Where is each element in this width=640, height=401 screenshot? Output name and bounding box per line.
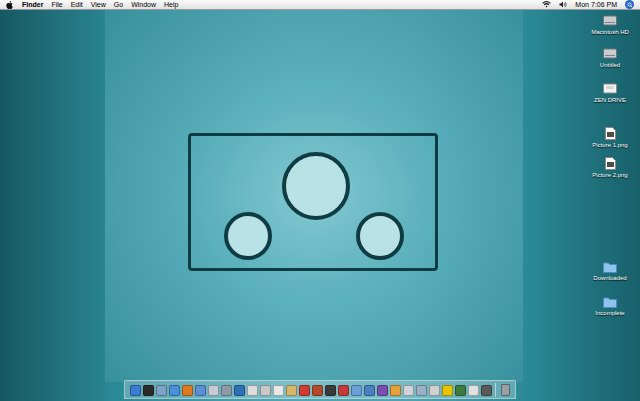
menu-item[interactable]: Window <box>131 0 156 9</box>
folder-icon <box>603 260 617 273</box>
dock-item[interactable] <box>272 383 284 397</box>
removable-icon <box>603 82 617 95</box>
app-icon <box>169 385 180 396</box>
app-icon <box>312 385 323 396</box>
dock-item[interactable] <box>467 383 479 397</box>
menu-item[interactable]: Go <box>114 0 123 9</box>
desktop-icon[interactable]: Picture 1.png <box>582 127 638 149</box>
dock-item[interactable] <box>194 383 206 397</box>
app-icon <box>442 385 453 396</box>
app-icon <box>143 385 154 396</box>
dock-item[interactable] <box>454 383 466 397</box>
desktop-icon[interactable]: Downloaded <box>582 260 638 282</box>
app-icon <box>286 385 297 396</box>
drive-icon <box>603 14 617 27</box>
trash-icon <box>501 384 510 396</box>
menu-bar: Finder File Edit View Go Window Help Mon 7:06 P… <box>0 0 640 10</box>
app-icon <box>468 385 479 396</box>
dock-item[interactable] <box>415 383 427 397</box>
app-icon <box>338 385 349 396</box>
dock-item[interactable] <box>480 383 492 397</box>
app-menu[interactable]: Finder <box>22 0 43 9</box>
app-icon <box>208 385 219 396</box>
file-icon <box>603 157 617 170</box>
app-icon <box>234 385 245 396</box>
dock-item[interactable] <box>350 383 362 397</box>
desktop-icon-label[interactable]: Incomplete <box>595 309 624 317</box>
volume-icon[interactable] <box>559 1 567 9</box>
dock-item[interactable] <box>246 383 258 397</box>
dock-item[interactable] <box>233 383 245 397</box>
dock-item[interactable] <box>363 383 375 397</box>
desktop-icon-label[interactable]: Untitled <box>600 61 620 69</box>
app-icon <box>247 385 258 396</box>
app-icon <box>455 385 466 396</box>
app-icon <box>377 385 388 396</box>
app-icon <box>156 385 167 396</box>
drive-icon <box>603 47 617 60</box>
app-icon <box>195 385 206 396</box>
dock-item[interactable] <box>220 383 232 397</box>
gauge <box>282 152 350 220</box>
app-icon <box>299 385 310 396</box>
desktop-icon[interactable]: ZEN DRIVE <box>582 82 638 104</box>
desktop-icon-label[interactable]: Picture 1.png <box>592 141 627 149</box>
dock-item[interactable] <box>142 383 154 397</box>
desktop-icon-label[interactable]: ZEN DRIVE <box>594 96 626 104</box>
app-icon <box>481 385 492 396</box>
menu-item[interactable]: File <box>51 0 62 9</box>
app-icon <box>429 385 440 396</box>
dock-item[interactable] <box>441 383 453 397</box>
wifi-icon[interactable] <box>542 1 551 9</box>
app-icon <box>416 385 427 396</box>
dock-item[interactable] <box>181 383 193 397</box>
spotlight-icon[interactable] <box>625 0 634 9</box>
dock-item[interactable] <box>311 383 323 397</box>
app-icon <box>390 385 401 396</box>
desktop-icon[interactable]: Picture 2.png <box>582 157 638 179</box>
menu-item[interactable]: Help <box>164 0 178 9</box>
dock-item[interactable] <box>376 383 388 397</box>
desktop-icon[interactable]: Untitled <box>582 47 638 69</box>
dock-item[interactable] <box>428 383 440 397</box>
folder-icon <box>603 295 617 308</box>
app-icon <box>221 385 232 396</box>
desktop-icon-label[interactable]: Macintosh HD <box>591 28 629 36</box>
dock <box>124 380 516 399</box>
clock[interactable]: Mon 7:06 PM <box>575 0 617 9</box>
dock-area <box>0 380 640 399</box>
gauge <box>356 212 404 260</box>
app-icon <box>130 385 141 396</box>
dock-item[interactable] <box>337 383 349 397</box>
app-icon <box>260 385 271 396</box>
dock-item[interactable] <box>168 383 180 397</box>
app-icon <box>403 385 414 396</box>
app-icon <box>364 385 375 396</box>
gauge <box>224 212 272 260</box>
dock-item[interactable] <box>259 383 271 397</box>
desktop-icon-label[interactable]: Downloaded <box>593 274 626 282</box>
menu-item[interactable]: View <box>91 0 106 9</box>
dock-item[interactable] <box>129 383 141 397</box>
dock-item[interactable] <box>324 383 336 397</box>
desktop-icon[interactable]: Macintosh HD <box>582 14 638 36</box>
dock-item[interactable] <box>499 383 511 397</box>
dock-item[interactable] <box>298 383 310 397</box>
file-icon <box>603 127 617 140</box>
dock-item[interactable] <box>389 383 401 397</box>
apple-icon[interactable] <box>6 0 14 9</box>
app-icon <box>325 385 336 396</box>
menu-item[interactable]: Edit <box>71 0 83 9</box>
dock-item[interactable] <box>207 383 219 397</box>
dock-item[interactable] <box>285 383 297 397</box>
dock-separator <box>495 383 496 397</box>
wallpaper <box>0 0 640 401</box>
desktop-icon-label[interactable]: Picture 2.png <box>592 171 627 179</box>
desktop-icon[interactable]: Incomplete <box>582 295 638 317</box>
app-icon <box>273 385 284 396</box>
dock-item[interactable] <box>155 383 167 397</box>
dock-item[interactable] <box>402 383 414 397</box>
app-icon <box>351 385 362 396</box>
app-icon <box>182 385 193 396</box>
